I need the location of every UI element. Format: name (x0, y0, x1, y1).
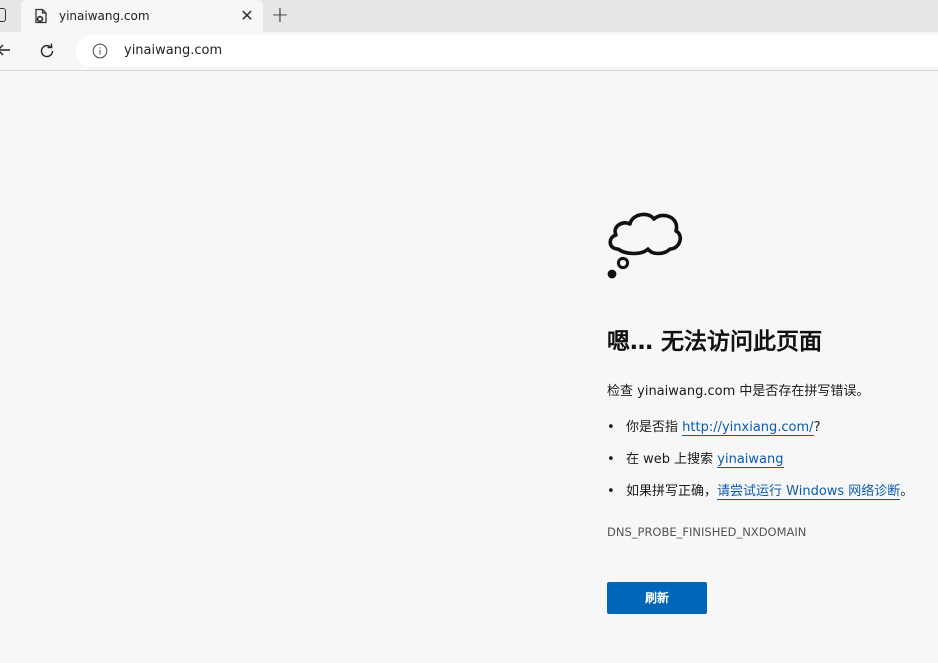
bullet: • (607, 452, 615, 467)
web-search-link[interactable]: yinaiwang (717, 452, 784, 468)
network-diagnostics-link[interactable]: 请尝试运行 Windows 网络诊断 (717, 484, 901, 500)
suggestion-item: • 如果拼写正确，请尝试运行 Windows 网络诊断。 (607, 482, 913, 502)
bullet: • (607, 420, 615, 435)
suggestion-item: • 在 web 上搜索 yinaiwang (607, 450, 913, 470)
info-icon[interactable] (92, 43, 108, 59)
suggestion-text: 如果拼写正确， (626, 484, 718, 499)
refresh-icon[interactable] (38, 42, 56, 60)
url-text[interactable]: yinaiwang.com (124, 43, 222, 59)
broken-page-favicon-icon (35, 8, 47, 24)
tab-active[interactable]: yinaiwang.com ✕ (21, 0, 263, 32)
plus-icon[interactable]: + (270, 5, 290, 27)
tab-actions-icon[interactable] (0, 8, 6, 22)
suggestion-text: 你是否指 (626, 420, 683, 435)
error-title: 嗯… 无法访问此页面 (607, 329, 823, 355)
tab-strip: yinaiwang.com ✕ + (0, 0, 938, 32)
suggestion-text: 在 web 上搜索 (626, 452, 718, 467)
bullet: • (607, 484, 615, 499)
close-icon[interactable]: ✕ (239, 8, 255, 24)
suggestion-list: • 你是否指 http://yinxiang.com/? • 在 web 上搜索 y… (607, 418, 913, 514)
suggestion-suffix: 。 (900, 484, 914, 499)
suggestion-item: • 你是否指 http://yinxiang.com/? (607, 418, 913, 438)
browser-toolbar: yinaiwang.com (0, 32, 938, 71)
suggested-url-link[interactable]: http://yinxiang.com/ (682, 420, 814, 436)
error-code: DNS_PROBE_FINISHED_NXDOMAIN (607, 525, 807, 539)
reload-button[interactable]: 刷新 (607, 582, 707, 614)
tab-title: yinaiwang.com (59, 9, 150, 23)
error-check-text: 检查 yinaiwang.com 中是否存在拼写错误。 (607, 384, 870, 399)
back-arrow-icon[interactable] (0, 42, 12, 58)
suggestion-suffix: ? (813, 420, 821, 435)
thought-cloud-icon (607, 212, 683, 279)
address-bar[interactable]: yinaiwang.com (76, 35, 938, 67)
